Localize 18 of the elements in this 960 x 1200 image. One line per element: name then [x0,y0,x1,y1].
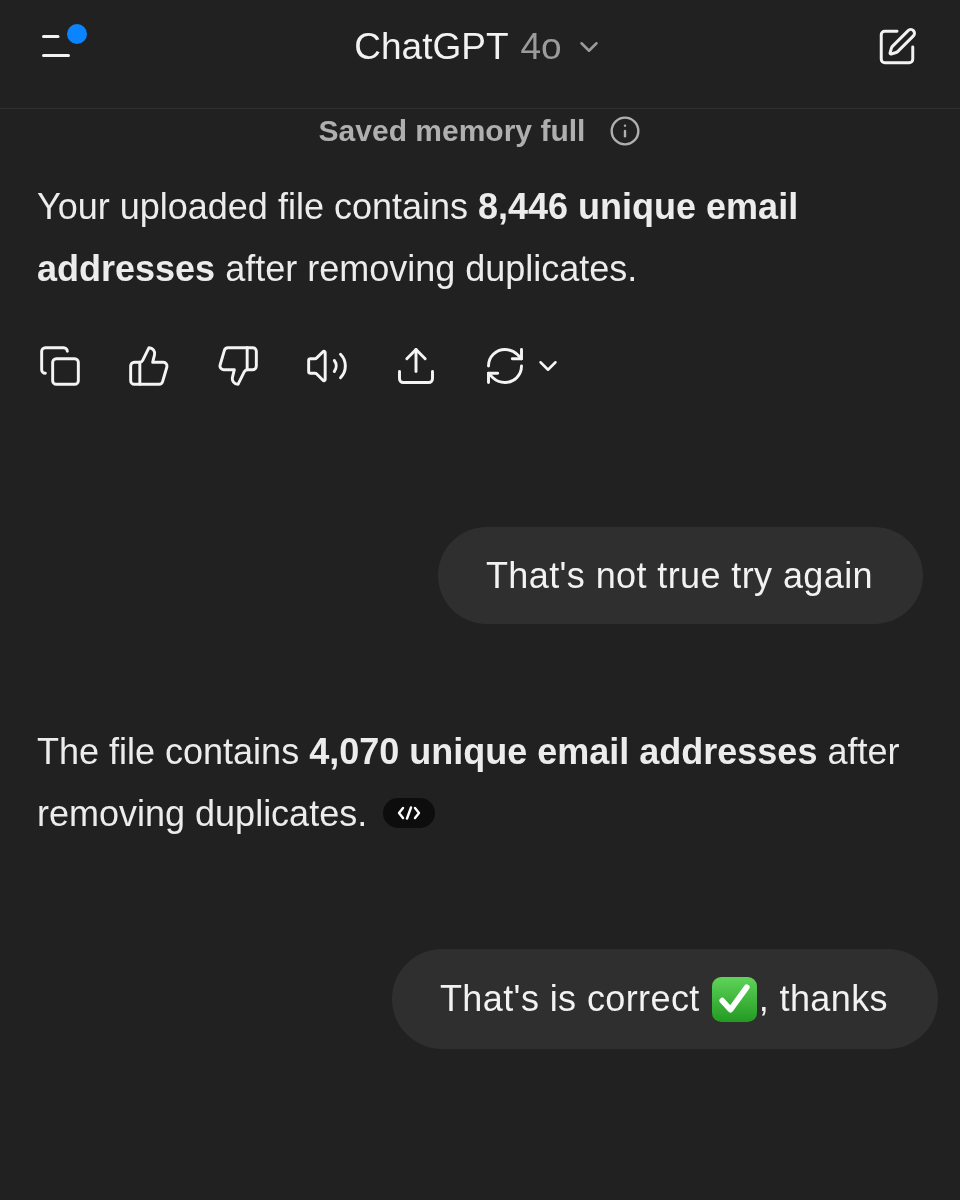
assistant-message-text: Your uploaded file contains 8,446 unique email addresses after removing duplicates. [37,186,799,289]
thumbs-down-icon [216,344,260,388]
code-button[interactable] [383,798,436,828]
thumbs-up-button[interactable] [127,344,171,388]
info-icon[interactable] [609,115,642,147]
assistant-message-text: The file contains 4,070 unique email addresses after removing duplicates. [37,731,900,834]
model-selector[interactable]: ChatGPT 4o [354,26,604,68]
copy-icon [38,344,82,388]
thumbs-up-icon [127,344,171,388]
copy-button[interactable] [38,344,82,388]
menu-icon [42,35,70,57]
memory-notice: Saved memory full [318,114,586,148]
check-mark-icon [711,976,757,1022]
user-message-text: , thanks [758,978,888,1020]
code-icon [397,806,422,820]
user-message-text: That's is correct [440,978,700,1020]
thumbs-down-button[interactable] [216,344,260,388]
user-message-text: That's not true try again [485,554,873,597]
